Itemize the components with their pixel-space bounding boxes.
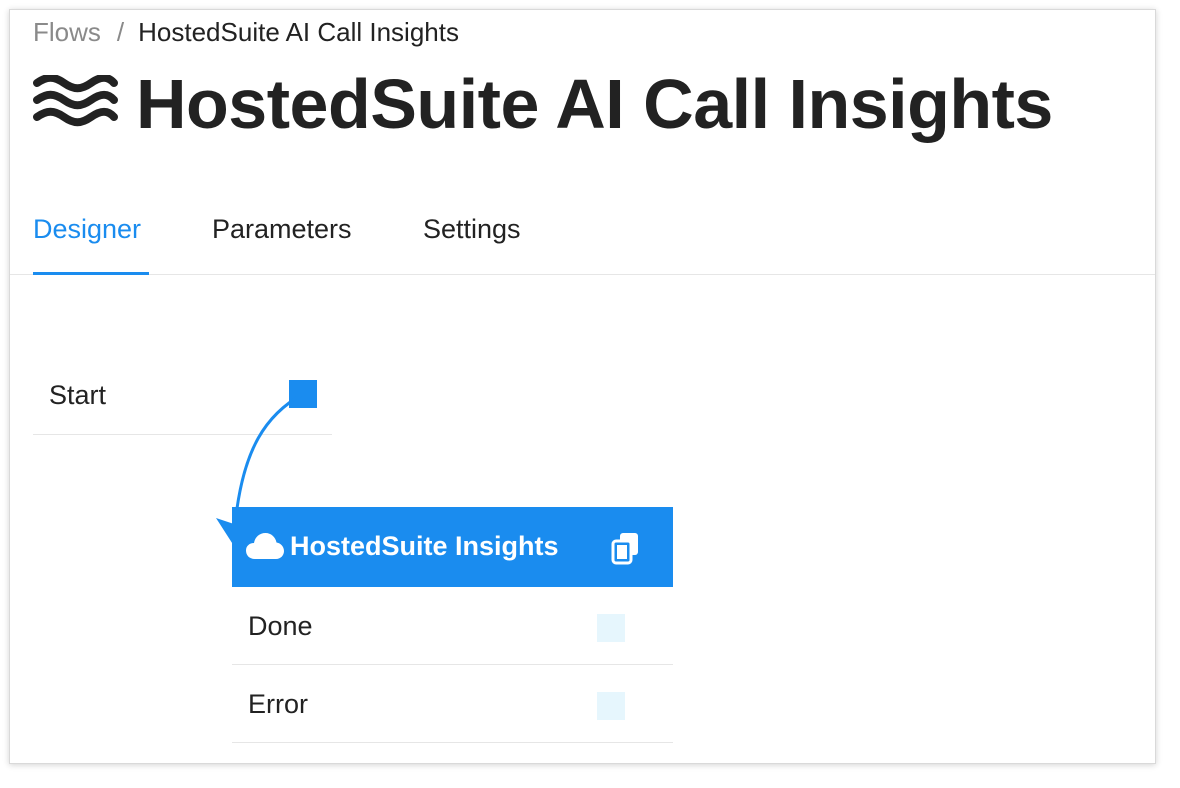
page-title: HostedSuite AI Call Insights <box>136 65 1053 143</box>
output-done-label: Done <box>248 611 313 641</box>
waves-icon <box>33 75 118 127</box>
breadcrumb-current: HostedSuite AI Call Insights <box>138 17 459 47</box>
tab-parameters[interactable]: Parameters <box>212 206 352 272</box>
start-node-label: Start <box>49 380 107 410</box>
flow-editor-window: Flows / HostedSuite AI Call Insights Hoste… <box>9 9 1156 764</box>
breadcrumb: Flows / HostedSuite AI Call Insights <box>33 16 459 48</box>
tab-settings[interactable]: Settings <box>423 206 521 272</box>
page-header: HostedSuite AI Call Insights <box>32 66 1053 142</box>
copy-icon[interactable] <box>610 531 642 565</box>
output-error-label: Error <box>248 689 308 719</box>
action-node-title: HostedSuite Insights <box>290 531 559 561</box>
tab-designer[interactable]: Designer <box>33 206 149 275</box>
output-error: Error <box>232 665 673 743</box>
breadcrumb-flows-link[interactable]: Flows <box>33 17 101 47</box>
start-node[interactable]: Start <box>33 366 332 435</box>
output-done: Done <box>232 587 673 665</box>
breadcrumb-separator: / <box>116 17 125 47</box>
cloud-icon <box>246 533 284 559</box>
tab-bar: Designer Parameters Settings <box>10 206 1155 275</box>
start-output-port[interactable] <box>289 380 317 408</box>
action-node-hostedsuite-insights: HostedSuite Insights Done Error <box>232 507 673 743</box>
output-error-port[interactable] <box>597 692 625 720</box>
output-done-port[interactable] <box>597 614 625 642</box>
action-node-header[interactable]: HostedSuite Insights <box>232 507 673 587</box>
